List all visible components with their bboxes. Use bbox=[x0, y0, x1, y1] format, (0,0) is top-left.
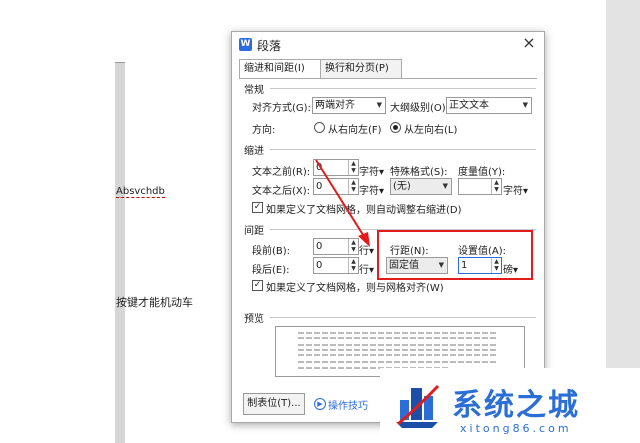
tab-divider bbox=[239, 78, 537, 79]
alignment-select[interactable]: 两端对齐 ▼ bbox=[312, 97, 386, 114]
section-divider bbox=[270, 317, 536, 318]
rtl-label: 从右向左(F) bbox=[328, 125, 382, 136]
ruler-marker bbox=[115, 62, 125, 73]
vertical-ruler bbox=[115, 62, 125, 443]
wps-writer-icon: W bbox=[239, 38, 252, 51]
dialog-title: 段落 bbox=[257, 39, 282, 53]
indent-after-label: 文本之后(X): bbox=[252, 186, 311, 197]
special-format-label: 特殊格式(S): bbox=[390, 167, 448, 178]
ltr-label: 从左向右(L) bbox=[404, 125, 458, 136]
space-before-unit[interactable]: 行▾ bbox=[359, 242, 374, 257]
preview-line bbox=[298, 349, 498, 351]
indent-after-unit[interactable]: 字符▾ bbox=[359, 182, 384, 197]
outline-level-select[interactable]: 正文文本 ▼ bbox=[446, 97, 532, 114]
section-general-heading: 常规 bbox=[244, 85, 264, 96]
document-line-1[interactable]: Absvchdb bbox=[116, 186, 165, 198]
watermark: 系统之城 xitong86.com bbox=[380, 368, 640, 443]
document-line-2[interactable]: 按键才能机动车 bbox=[116, 294, 193, 310]
indent-grid-label: 如果定义了文档网格，则自动调整右缩进(D) bbox=[266, 205, 462, 216]
measure-input[interactable]: ▲ ▼ bbox=[458, 178, 502, 195]
section-spacing-heading: 间距 bbox=[244, 226, 264, 237]
indent-after-input[interactable]: 0 ▲ ▼ bbox=[313, 178, 359, 195]
chevron-down-icon: ▼ bbox=[442, 182, 448, 190]
special-format-select[interactable]: (无) ▼ bbox=[390, 178, 452, 195]
alignment-value: 两端对齐 bbox=[315, 100, 355, 111]
section-divider bbox=[270, 88, 536, 89]
tab-line-page-breaks[interactable]: 换行和分页(P) bbox=[320, 59, 402, 78]
section-indent-heading: 缩进 bbox=[244, 146, 264, 157]
tab-indent-spacing[interactable]: 缩进和间距(I) bbox=[239, 59, 321, 79]
radio-rtl[interactable] bbox=[314, 122, 325, 133]
tab-stops-button[interactable]: 制表位(T)... bbox=[243, 393, 305, 415]
space-before-label: 段前(B): bbox=[252, 246, 291, 257]
highlight-box bbox=[377, 230, 533, 280]
stepper-icon[interactable]: ▲ ▼ bbox=[348, 258, 358, 273]
space-before-value: 0 bbox=[316, 241, 323, 252]
special-format-value: (无) bbox=[393, 181, 411, 192]
stepper-icon[interactable]: ▲ ▼ bbox=[348, 160, 358, 175]
measure-unit[interactable]: 字符▾ bbox=[503, 182, 528, 197]
tips-link[interactable]: 操作技巧 bbox=[328, 397, 368, 412]
indent-before-label: 文本之前(R): bbox=[252, 167, 311, 178]
indent-before-value: 0 bbox=[316, 162, 323, 173]
stepper-icon[interactable]: ▲ ▼ bbox=[491, 179, 501, 194]
spacing-grid-label: 如果定义了文档网格，则与网格对齐(W) bbox=[266, 283, 444, 294]
indent-after-value: 0 bbox=[316, 181, 323, 192]
alignment-label: 对齐方式(G): bbox=[252, 103, 311, 114]
section-preview-heading: 预览 bbox=[244, 314, 264, 325]
preview-line bbox=[298, 344, 498, 346]
preview-line bbox=[298, 354, 498, 356]
building-logo-icon bbox=[396, 384, 440, 428]
spacing-grid-checkbox[interactable]: ✓ bbox=[252, 280, 263, 291]
direction-label: 方向: bbox=[252, 125, 276, 136]
outline-level-value: 正文文本 bbox=[449, 100, 489, 111]
watermark-url: xitong86.com bbox=[460, 422, 572, 435]
close-icon[interactable]: × bbox=[520, 34, 538, 52]
stepper-icon[interactable]: ▲ ▼ bbox=[348, 239, 358, 254]
preview-line bbox=[298, 332, 498, 334]
indent-before-input[interactable]: 0 ▲ ▼ bbox=[313, 159, 359, 176]
play-icon[interactable]: ▶ bbox=[314, 398, 326, 410]
chevron-down-icon: ▼ bbox=[522, 101, 528, 109]
preview-line bbox=[298, 337, 498, 339]
space-after-value: 0 bbox=[316, 260, 323, 271]
indent-grid-checkbox[interactable]: ✓ bbox=[252, 202, 263, 213]
space-after-input[interactable]: 0 ▲ ▼ bbox=[313, 257, 359, 274]
space-after-unit[interactable]: 行▾ bbox=[359, 261, 374, 276]
stepper-icon[interactable]: ▲ ▼ bbox=[348, 179, 358, 194]
preview-line bbox=[298, 361, 498, 363]
watermark-title: 系统之城 bbox=[452, 388, 580, 423]
space-before-input[interactable]: 0 ▲ ▼ bbox=[313, 238, 359, 255]
indent-before-unit[interactable]: 字符▾ bbox=[359, 163, 384, 178]
outline-level-label: 大纲级别(O): bbox=[390, 103, 450, 114]
dialog-titlebar[interactable]: W 段落 × bbox=[232, 32, 544, 56]
measure-label: 度量值(Y): bbox=[458, 167, 506, 178]
space-after-label: 段后(E): bbox=[252, 265, 290, 276]
document-line-1-text: Absvchdb bbox=[116, 186, 165, 198]
section-divider bbox=[270, 149, 536, 150]
radio-ltr[interactable] bbox=[390, 122, 401, 133]
chevron-down-icon: ▼ bbox=[376, 101, 382, 109]
paragraph-dialog: W 段落 × 缩进和间距(I) 换行和分页(P) 常规 对齐方式(G): 两端对… bbox=[231, 31, 545, 423]
